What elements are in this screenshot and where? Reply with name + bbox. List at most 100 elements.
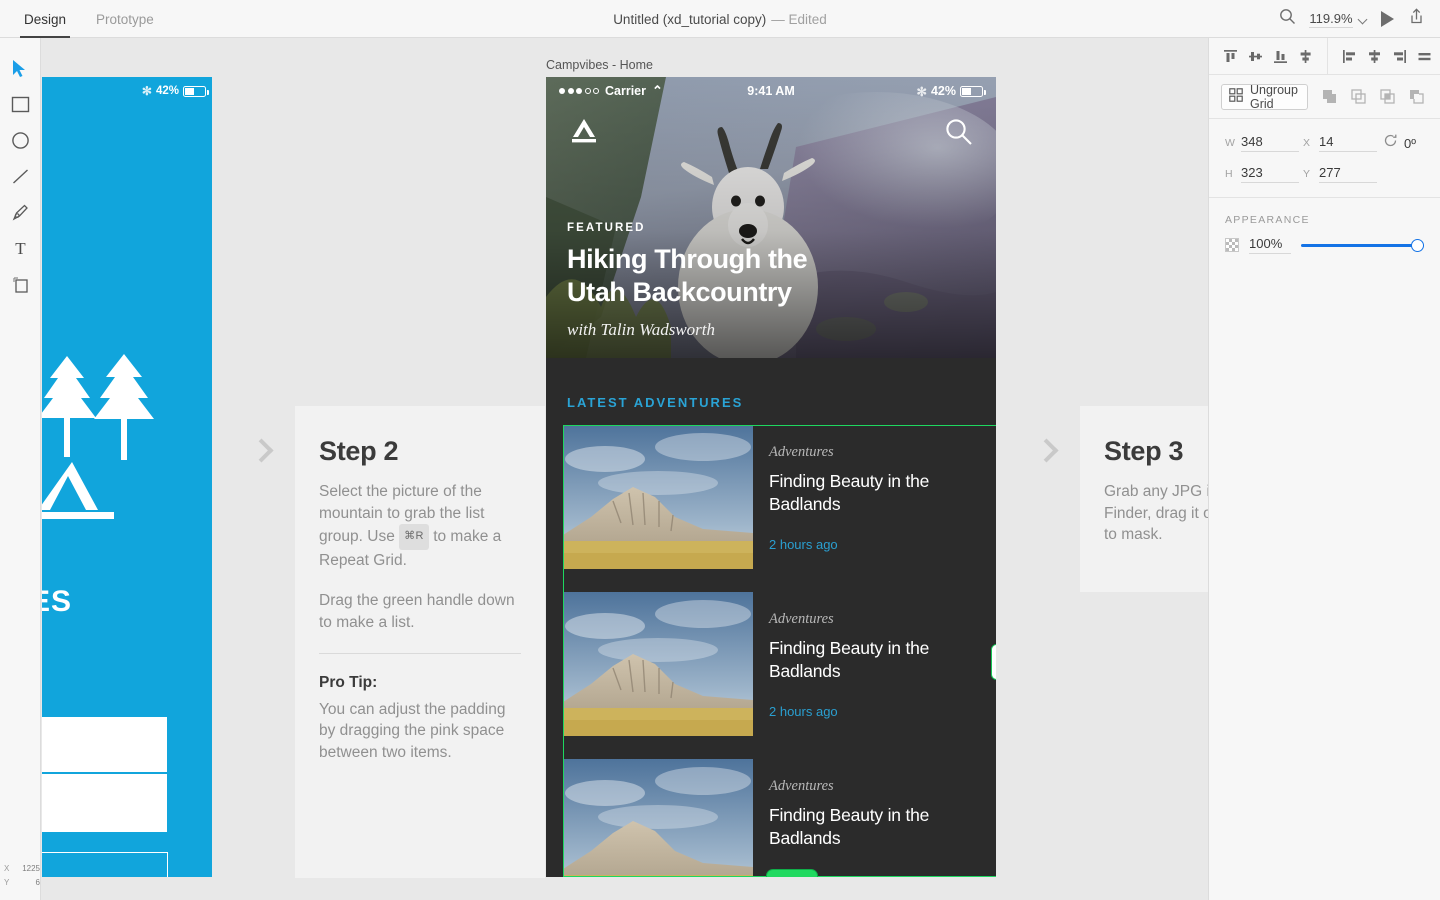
document-title-text: Untitled (xd_tutorial copy) <box>613 12 766 27</box>
boolean-exclude-icon[interactable] <box>1404 85 1428 109</box>
align-top-icon[interactable] <box>1218 44 1243 69</box>
list-item-thumbnail <box>563 592 753 736</box>
list-item-thumbnail <box>563 759 753 877</box>
hero-title-line1: Hiking Through the <box>567 244 807 274</box>
blue-artboard-card-1[interactable] <box>42 717 167 772</box>
distribute-horizontal-icon[interactable] <box>1412 44 1437 69</box>
transform-properties: W 348 X 14 0º H 323 <box>1209 119 1440 198</box>
rotation-field[interactable]: 0º <box>1383 133 1416 153</box>
top-bar: Design Prototype Untitled (xd_tutorial c… <box>0 0 1440 38</box>
rotation-value[interactable]: 0º <box>1404 136 1416 151</box>
x-field[interactable]: X 14 <box>1303 134 1377 152</box>
bluetooth-icon: ✻ <box>916 84 926 99</box>
play-icon[interactable] <box>1381 11 1394 27</box>
hero-section: Carrier ⌃ 9:41 AM ✻ 42% <box>546 77 996 358</box>
boolean-add-icon[interactable] <box>1317 85 1341 109</box>
list-item[interactable]: Adventures Finding Beauty in the Badland… <box>563 592 996 759</box>
tent-logo-icon[interactable] <box>568 118 600 149</box>
blue-artboard-outline-button[interactable] <box>42 852 168 877</box>
blue-artboard-title: ES <box>42 585 72 619</box>
y-field[interactable]: Y 277 <box>1303 165 1377 183</box>
chevron-down-icon[interactable] <box>1359 15 1368 24</box>
align-horizontal-center-icon[interactable] <box>1293 44 1318 69</box>
adventures-list[interactable]: Adventures Finding Beauty in the Badland… <box>546 425 996 877</box>
zoom-control[interactable]: 119.9% <box>1309 11 1368 28</box>
width-field[interactable]: W 348 <box>1225 134 1299 152</box>
align-bottom-icon[interactable] <box>1268 44 1293 69</box>
step2-paragraph-1: Select the picture of the mountain to gr… <box>319 481 521 571</box>
step2-protip-label: Pro Tip: <box>319 674 521 692</box>
artboard-label-campvibes-home[interactable]: Campvibes - Home <box>546 58 653 72</box>
list-item-title: Finding Beauty in the Badlands <box>769 804 989 849</box>
artboard-tool[interactable] <box>3 266 37 302</box>
list-item-text: Adventures Finding Beauty in the Badland… <box>769 592 989 736</box>
ungroup-grid-button[interactable]: Ungroup Grid <box>1221 84 1308 110</box>
x-label: X <box>1303 137 1312 149</box>
list-item-category: Adventures <box>769 611 989 628</box>
height-label: H <box>1225 168 1234 180</box>
search-icon[interactable] <box>1279 8 1296 30</box>
list-item[interactable]: Adventures Finding Beauty in the Badland… <box>563 759 996 877</box>
opacity-slider-track <box>1301 244 1424 247</box>
properties-panel: Ungroup Grid W 3 <box>1208 38 1440 900</box>
keyboard-shortcut-badge: ⌘R <box>399 524 429 550</box>
rectangle-tool[interactable] <box>3 86 37 122</box>
top-bar-right-controls: 119.9% <box>1279 0 1426 38</box>
step2-protip-body: You can adjust the padding by dragging t… <box>319 699 521 764</box>
tab-design[interactable]: Design <box>20 13 70 38</box>
distribute-vertical-icon[interactable] <box>1362 44 1387 69</box>
y-label: Y <box>1303 168 1312 180</box>
artboard-campvibes-splash[interactable]: ✻ 42% E <box>42 77 212 877</box>
chevron-right-icon-1 <box>251 438 269 468</box>
blue-artboard-card-2[interactable] <box>42 774 167 832</box>
transform-row-1: W 348 X 14 0º <box>1225 133 1424 153</box>
width-label: W <box>1225 137 1234 149</box>
share-icon[interactable] <box>1407 7 1426 31</box>
line-tool[interactable] <box>3 158 37 194</box>
align-right-icon[interactable] <box>1387 44 1412 69</box>
list-item-title: Finding Beauty in the Badlands <box>769 637 989 682</box>
height-field[interactable]: H 323 <box>1225 165 1299 183</box>
mode-tabs: Design Prototype <box>20 0 180 38</box>
artboard-campvibes-home[interactable]: Carrier ⌃ 9:41 AM ✻ 42% <box>546 77 996 877</box>
ellipse-tool[interactable] <box>3 122 37 158</box>
list-item-title: Finding Beauty in the Badlands <box>769 470 989 515</box>
step2-instruction-card: Step 2 Select the picture of the mountai… <box>295 406 545 878</box>
appearance-section: APPEARANCE 100% <box>1209 198 1440 270</box>
section-title-latest-adventures: LATEST ADVENTURES <box>567 395 743 410</box>
hero-eyebrow: FEATURED <box>567 222 807 234</box>
list-item-text: Adventures Finding Beauty in the Badland… <box>769 425 989 569</box>
list-item[interactable]: Adventures Finding Beauty in the Badland… <box>563 425 996 592</box>
y-value[interactable]: 277 <box>1319 165 1377 183</box>
zoom-level-value[interactable]: 119.9% <box>1309 11 1353 28</box>
align-left-icon[interactable] <box>1337 44 1362 69</box>
x-value[interactable]: 14 <box>1319 134 1377 152</box>
pen-tool[interactable] <box>3 194 37 230</box>
step3-title: Step 3 <box>1104 436 1208 467</box>
opacity-slider-knob[interactable] <box>1411 239 1424 252</box>
boolean-subtract-icon[interactable] <box>1346 85 1370 109</box>
step3-body: Grab any JPG image from Finder, drag it … <box>1104 481 1208 546</box>
text-tool[interactable]: T <box>3 230 37 266</box>
height-value[interactable]: 323 <box>1241 165 1299 183</box>
blue-battery-percent: 42% <box>156 85 179 97</box>
width-value[interactable]: 348 <box>1241 134 1299 152</box>
tab-prototype[interactable]: Prototype <box>92 13 158 38</box>
status-battery-percent: 42% <box>931 84 956 98</box>
step2-divider <box>319 653 521 654</box>
align-vertical-center-icon[interactable] <box>1243 44 1268 69</box>
list-item-timestamp: 2 hours ago <box>769 537 838 552</box>
opacity-slider[interactable] <box>1301 238 1424 252</box>
opacity-value[interactable]: 100% <box>1249 236 1291 254</box>
align-group-horizontal <box>1327 38 1440 75</box>
search-icon[interactable] <box>944 117 974 152</box>
list-item-category: Adventures <box>769 444 989 461</box>
design-canvas[interactable]: ✻ 42% E <box>41 38 1208 900</box>
opacity-checker-icon <box>1225 238 1239 252</box>
select-tool[interactable] <box>3 50 37 86</box>
step3-instruction-card: Step 3 Grab any JPG image from Finder, d… <box>1080 406 1208 592</box>
chevron-right-icon-2 <box>1036 438 1054 468</box>
tent-logo-icon <box>42 462 138 527</box>
list-item-timestamp: 2 hours ago <box>769 871 838 877</box>
boolean-intersect-icon[interactable] <box>1375 85 1399 109</box>
